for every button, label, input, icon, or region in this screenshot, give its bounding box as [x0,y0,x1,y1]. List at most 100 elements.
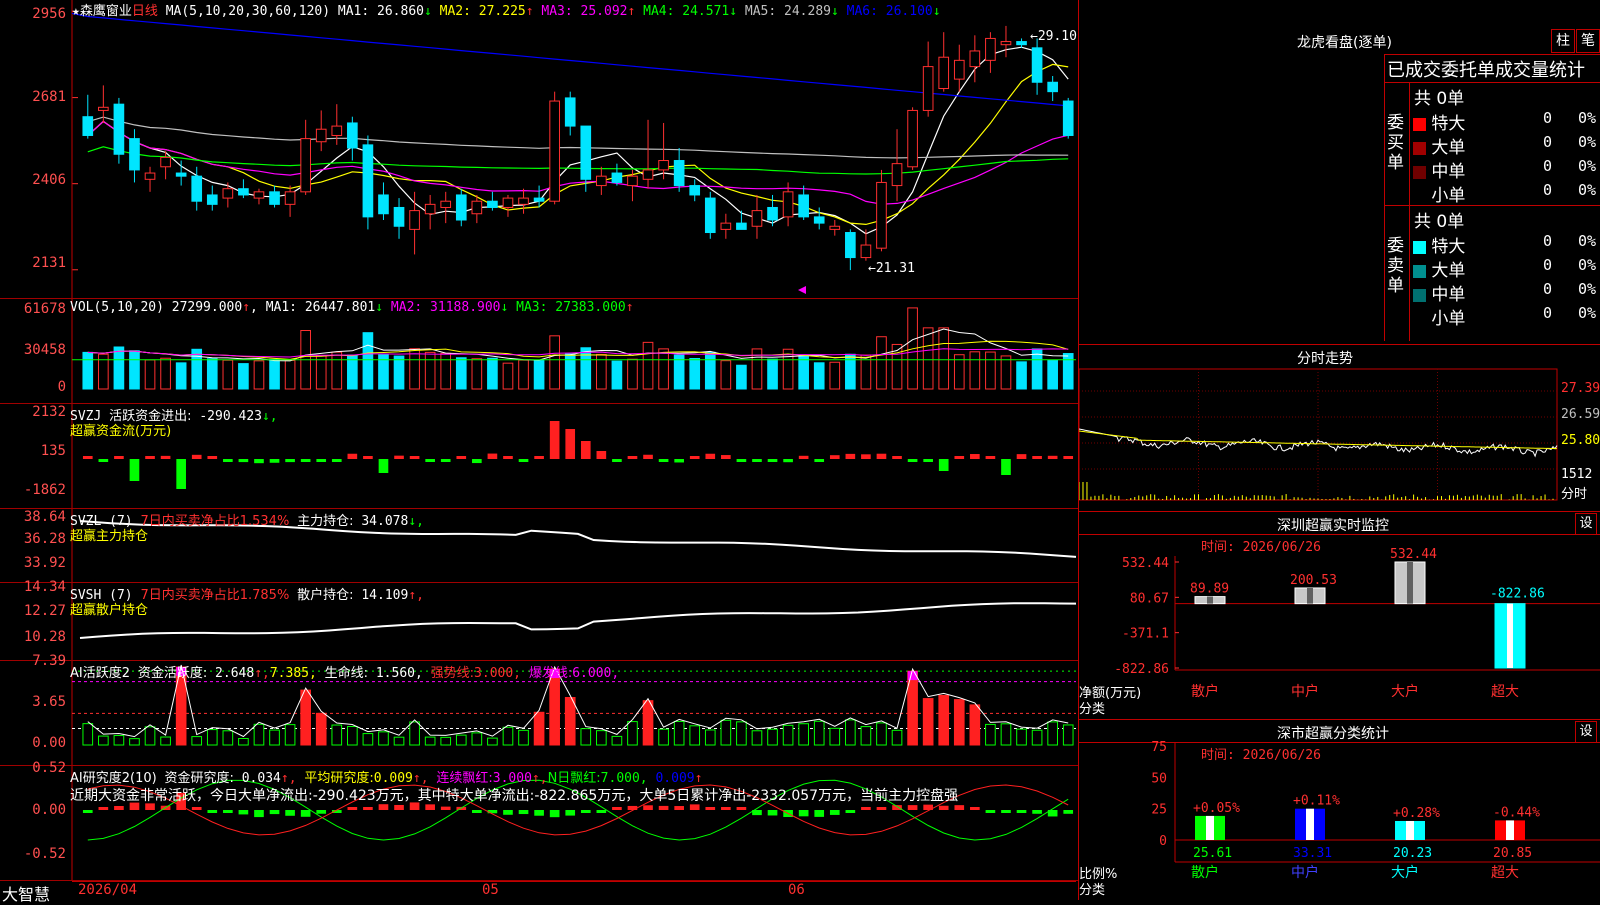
indicator-value: MA4: 24.571↓ [643,4,738,19]
candle-body [378,194,389,215]
volume-bar [331,351,343,390]
volume-bar [393,355,405,390]
candle-body [845,232,856,259]
volume-bar [284,359,296,390]
svzl-panel[interactable]: SVZL (7) 7日内买卖净占比1.534% 主力持仓: 34.078↓, 超… [0,509,1078,583]
monitor-chart[interactable]: 532.44 80.67 -371.1 -822.86 89.89 散户 200.53 中户 5… [1079,512,1600,719]
research-bar [238,810,249,815]
kline-panel[interactable]: ★森鹰窗业日线 MA(5,10,20,30,60,120) MA1: 26.86… [0,0,1078,299]
tick-mode-button[interactable]: 笔 [1576,29,1600,53]
activity-bar [782,724,794,746]
volume-bar [611,360,623,390]
stock-name: 森鹰窗业 [79,4,132,19]
candle-body [689,185,701,196]
lhb-side-label: 委 买 单 [1387,113,1404,173]
activity-bar [160,736,171,746]
activity-bar [502,726,514,746]
fenshi-chart[interactable] [1079,345,1600,511]
fund-flow-bar [300,459,311,462]
fund-flow-bar [580,441,591,459]
candle-body [938,56,950,90]
stats-bar-shade [1206,815,1214,840]
fenshi-unit: 分时 [1561,487,1588,502]
candle-body [175,172,187,177]
activity-bar [144,726,156,746]
activity-bar [813,720,825,746]
candle-body [580,125,592,180]
monitor-category-label: 散户 [1191,683,1219,700]
activity-bar [378,731,389,746]
stats-change-label: +0.28% [1393,806,1440,821]
svzj-panel[interactable]: SVZJ 活跃资金进出: -290.423↓, 超赢资金流(万元) 2132 13… [0,404,1078,509]
research-bar [316,810,327,814]
volume-panel[interactable]: VOL(5,10,20) 27299.000↑, MA1: 26447.801↓… [0,299,1078,404]
stats-category-label: 散户 [1191,864,1219,881]
svzl-sub: 超赢主力持仓 [70,529,149,544]
candle-body [1016,41,1027,46]
volume-bar [658,348,669,390]
candle-body [969,50,981,68]
fund-flow-bar [440,459,451,462]
fenshi-panel[interactable]: 分时走势 27.39 26.59 25.80 1512 分时 [1079,345,1600,512]
monitor-panel[interactable]: 深圳超赢实时监控 设 时间: 2026/06/26 532.44 80.67 -37… [1079,512,1600,720]
candle-body [487,200,498,208]
activity-bar [1062,724,1074,746]
volume-bar [813,362,825,390]
research-bar [363,807,373,810]
fund-flow-bar [425,459,435,462]
volume-bar [689,358,701,390]
activity-bar [1016,728,1027,746]
candle-body [113,103,125,155]
fund-flow-bar [238,459,249,463]
research-bar [580,810,591,813]
activity-bar [393,736,405,746]
stats-panel[interactable]: 深市超赢分类统计 设 时间: 2026/06/26 75 50 25 0 +0.05% 2… [1079,720,1600,900]
svsh-sub: 超赢散户持仓 [70,603,149,618]
bar-mode-button[interactable]: 柱 [1551,29,1575,53]
vol-ma10-line [87,340,1069,360]
activity-bar [362,733,374,746]
lhb-subtitle: 已成交委托单成交量统计 [1387,60,1585,81]
research-bar [767,810,778,816]
activity-bar [440,736,452,746]
monitor-category-label: 中户 [1291,683,1319,700]
candle-body [627,175,638,187]
activity-bar [642,700,654,746]
volume-bar [533,359,545,390]
activity-bar [347,726,358,746]
candle-body [160,156,171,168]
ai-research-panel[interactable]: AI研究度2(10) 资金研究度: 0.034↑, 平均研究度:0.009↑, … [0,760,1078,881]
monitor-category-label: 超大 [1491,684,1519,700]
ai-activity-panel[interactable]: AI活跃度2 资金活跃度: 2.648↑,7.385, 生命线: 1.560, … [0,653,1078,766]
activity-bar [315,712,327,746]
lhb-row: 特大 0 0% [1413,109,1600,134]
monitor-value-label: 89.89 [1190,582,1229,597]
y-tick-label: 61678 [23,301,66,317]
fund-flow-bar [285,459,295,463]
favorite-star-icon[interactable]: ★ [72,4,80,19]
activity-bar [689,725,701,746]
candle-body [533,197,545,202]
x-axis: 大智慧 2026/04 05 06 [0,881,1078,904]
stats-change-label: +0.11% [1293,794,1340,809]
fund-flow-bar [409,456,420,459]
candle-body [876,181,887,249]
activity-bar [829,727,841,746]
fund-flow-bar [1047,455,1058,459]
activity-bar [611,735,623,746]
stats-chart[interactable]: 75 50 25 0 +0.05% 25.61 散户 +0.11% 33.31 中户 +0.28% 2… [1079,720,1600,900]
activity-bar [253,723,265,746]
activity-bar [98,735,109,746]
indicator-value: MA5: 24.289↓ [744,4,839,19]
candle-body [860,244,872,259]
lhb-sell-section: 委 卖 单共 0单 特大 0 0% 大单 0 0% 中单 0 0% 小单 0 0% [1385,206,1600,341]
kline-chart[interactable] [0,0,1078,298]
candle-body [1047,81,1058,93]
candle-body [502,197,514,208]
activity-bar [985,723,996,746]
fund-flow-bar [207,456,218,459]
svsh-panel[interactable]: SVSH (7) 7日内买卖净占比1.785% 散户持仓: 14.109↑, 超… [0,579,1078,661]
volume-bar [175,362,187,390]
period-label[interactable]: 日线 [132,4,158,19]
monitor-value-label: 532.44 [1390,547,1437,562]
